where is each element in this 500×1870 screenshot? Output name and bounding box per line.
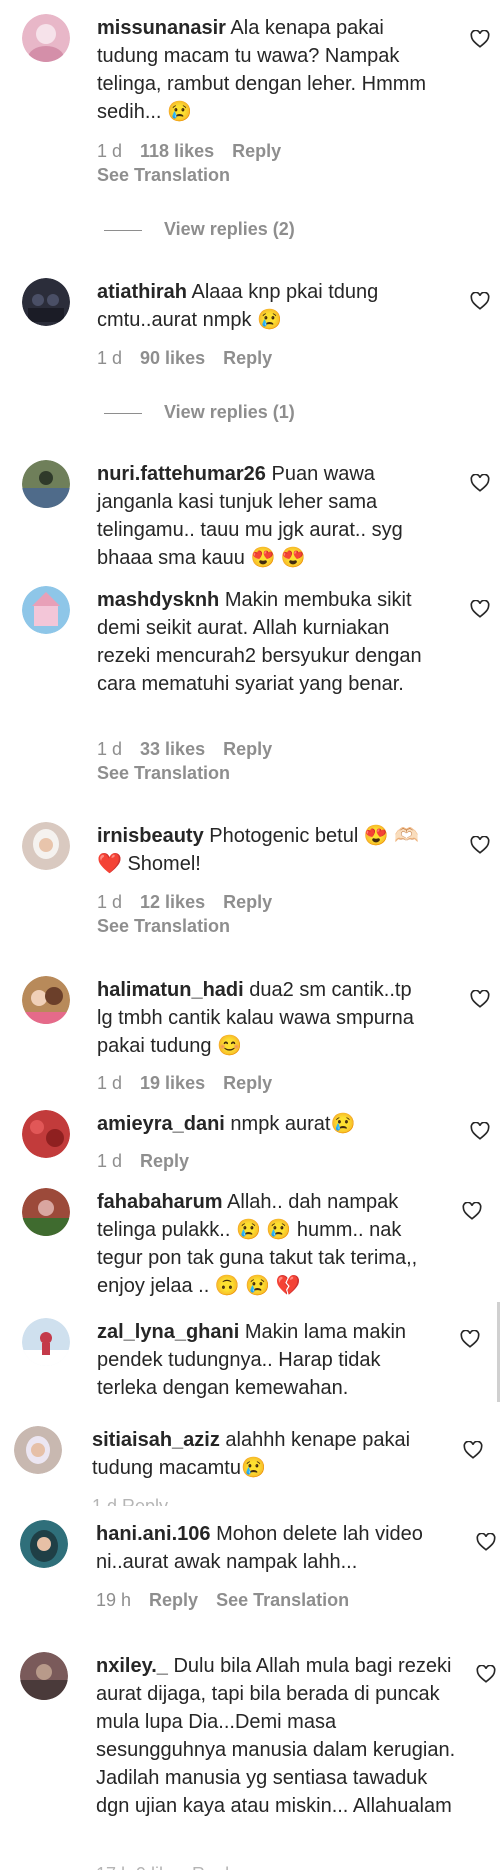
- username[interactable]: fahabaharum: [97, 1191, 223, 1213]
- username[interactable]: nuri.fattehumar26: [97, 463, 266, 485]
- likes-count[interactable]: 12 likes: [140, 892, 205, 912]
- view-replies-button[interactable]: View replies (1): [104, 400, 295, 424]
- reply-button[interactable]: Reply: [223, 348, 272, 368]
- comment-meta-partial: 1 d Reply: [92, 1496, 169, 1506]
- like-heart-icon[interactable]: [470, 600, 490, 618]
- timestamp: 1 d: [97, 348, 123, 368]
- like-heart-icon[interactable]: [470, 30, 490, 48]
- username[interactable]: sitiaisah_aziz: [92, 1429, 220, 1451]
- reply-button[interactable]: Reply: [232, 141, 281, 161]
- reply-button[interactable]: Reply: [223, 1073, 272, 1093]
- comment-text: nuri.fattehumar26 Puan wawa janganla kas…: [97, 460, 437, 572]
- view-replies-button[interactable]: View replies (2): [104, 217, 295, 241]
- comment-meta: 1 d 90 likes Reply: [97, 346, 290, 370]
- username[interactable]: nxiley._: [96, 1655, 168, 1677]
- comment-meta: 1 d 33 likes Reply: [97, 737, 290, 761]
- divider: [104, 412, 142, 414]
- comment-text: nxiley._ Dulu bila Allah mula bagi rezek…: [96, 1652, 458, 1820]
- comment-text: fahabaharum Allah.. dah nampak telinga p…: [97, 1188, 437, 1300]
- avatar[interactable]: [20, 1520, 68, 1568]
- avatar[interactable]: [22, 460, 70, 508]
- like-heart-icon[interactable]: [470, 836, 490, 854]
- reply-button[interactable]: Reply: [140, 1151, 189, 1171]
- likes-count[interactable]: 33 likes: [140, 739, 205, 759]
- comment-text: amieyra_dani nmpk aurat😢: [97, 1110, 437, 1138]
- reply-button[interactable]: Reply: [223, 892, 272, 912]
- see-translation-button[interactable]: See Translation: [97, 163, 230, 187]
- username[interactable]: hani.ani.106: [96, 1523, 211, 1545]
- like-heart-icon[interactable]: [460, 1330, 480, 1348]
- comment-body: nmpk aurat😢: [230, 1113, 356, 1135]
- like-heart-icon[interactable]: [470, 474, 490, 492]
- like-heart-icon[interactable]: [470, 990, 490, 1008]
- avatar[interactable]: [22, 976, 70, 1024]
- avatar[interactable]: [22, 14, 70, 62]
- timestamp: 1 d: [97, 141, 123, 161]
- comment-text: sitiaisah_aziz alahhh kenape pakai tudun…: [92, 1426, 432, 1482]
- username[interactable]: zal_lyna_ghani: [97, 1321, 239, 1343]
- timestamp: 1 d: [97, 739, 123, 759]
- like-heart-icon[interactable]: [476, 1665, 496, 1683]
- divider: [104, 229, 142, 231]
- timestamp: 19 h: [96, 1590, 132, 1610]
- username[interactable]: atiathirah: [97, 281, 187, 303]
- timestamp: 1 d: [97, 1073, 123, 1093]
- username[interactable]: irnisbeauty: [97, 825, 204, 847]
- comment-text: mashdysknh Makin membuka sikit demi seik…: [97, 586, 447, 698]
- comment-text: halimatun_hadi dua2 sm cantik..tp lg tmb…: [97, 976, 427, 1060]
- likes-count[interactable]: 19 likes: [140, 1073, 205, 1093]
- comment-text: irnisbeauty Photogenic betul 😍 🫶🏻 ❤️ Sho…: [97, 822, 437, 878]
- comment-meta: 1 d 19 likes Reply: [97, 1071, 290, 1095]
- likes-count[interactable]: 90 likes: [140, 348, 205, 368]
- username[interactable]: amieyra_dani: [97, 1113, 225, 1135]
- comment-text: missunanasir Ala kenapa pakai tudung mac…: [97, 14, 437, 126]
- avatar[interactable]: [22, 1110, 70, 1158]
- comment-meta: 1 d 12 likes Reply: [97, 890, 290, 914]
- username[interactable]: mashdysknh: [97, 589, 219, 611]
- comment-text: atiathirah Alaaa knp pkai tdung cmtu..au…: [97, 278, 437, 334]
- like-heart-icon[interactable]: [470, 292, 490, 310]
- comment-meta: 1 d Reply: [97, 1149, 207, 1173]
- comment-meta-partial: 17 h 9 likes Reply: [96, 1862, 296, 1870]
- comment-body: Dulu bila Allah mula bagi rezeki aurat d…: [96, 1655, 456, 1817]
- see-translation-button[interactable]: See Translation: [216, 1590, 349, 1610]
- avatar[interactable]: [14, 1426, 62, 1474]
- comment-text: zal_lyna_ghani Makin lama makin pendek t…: [97, 1318, 437, 1402]
- reply-button[interactable]: Reply: [223, 739, 272, 759]
- like-heart-icon[interactable]: [470, 1122, 490, 1140]
- comment-meta: 19 h Reply See Translation: [96, 1588, 367, 1612]
- like-heart-icon[interactable]: [476, 1533, 496, 1551]
- username[interactable]: halimatun_hadi: [97, 979, 244, 1001]
- avatar[interactable]: [22, 278, 70, 326]
- like-heart-icon[interactable]: [462, 1202, 482, 1220]
- username[interactable]: missunanasir: [97, 17, 226, 39]
- timestamp: 1 d: [97, 892, 123, 912]
- avatar[interactable]: [22, 1318, 70, 1366]
- comment-text: hani.ani.106 Mohon delete lah video ni..…: [96, 1520, 456, 1576]
- reply-button[interactable]: Reply: [149, 1590, 198, 1610]
- timestamp: 1 d: [97, 1151, 123, 1171]
- see-translation-button[interactable]: See Translation: [97, 914, 230, 938]
- avatar[interactable]: [22, 822, 70, 870]
- like-heart-icon[interactable]: [463, 1441, 483, 1459]
- avatar[interactable]: [20, 1652, 68, 1700]
- see-translation-button[interactable]: See Translation: [97, 761, 230, 785]
- avatar[interactable]: [22, 1188, 70, 1236]
- avatar[interactable]: [22, 586, 70, 634]
- likes-count[interactable]: 118 likes: [140, 141, 214, 161]
- comment-meta: 1 d 118 likes Reply: [97, 139, 299, 163]
